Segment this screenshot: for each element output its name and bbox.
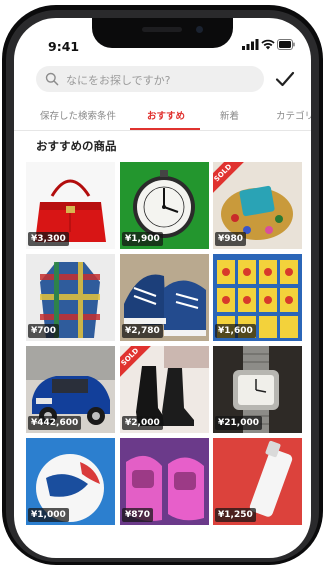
tab-new[interactable]: 新着 — [220, 108, 239, 122]
product-price: ¥1,900 — [122, 232, 163, 246]
product-tile[interactable]: ¥1,250 — [213, 438, 302, 525]
product-price: ¥1,000 — [28, 508, 69, 522]
product-tile[interactable]: ¥1,900 — [120, 162, 209, 249]
battery-icon — [277, 39, 295, 50]
product-tile[interactable]: ¥700 — [26, 254, 115, 341]
tab-saved-searches[interactable]: 保存した検索条件 — [40, 108, 116, 122]
product-price: ¥21,000 — [215, 416, 262, 430]
product-tile[interactable]: ¥442,600 — [26, 346, 115, 433]
product-tile[interactable]: ¥1,000 — [26, 438, 115, 525]
front-camera — [196, 26, 203, 33]
product-price: ¥2,000 — [122, 416, 163, 430]
tab-category[interactable]: カテゴリ — [276, 108, 311, 122]
product-tile[interactable]: ¥2,780 — [120, 254, 209, 341]
tabs-divider — [14, 130, 311, 131]
search-bar[interactable]: なにをお探しですか? — [36, 66, 264, 92]
product-price: ¥2,780 — [122, 324, 163, 338]
product-price: ¥700 — [28, 324, 60, 338]
product-tile[interactable]: SOLD ¥2,000 — [120, 346, 209, 433]
signal-icon — [242, 39, 259, 50]
product-tile[interactable]: ¥870 — [120, 438, 209, 525]
product-price: ¥1,250 — [215, 508, 256, 522]
product-tile[interactable]: ¥21,000 — [213, 346, 302, 433]
checkmark-icon[interactable] — [275, 70, 295, 88]
product-tile[interactable]: ¥1,600 — [213, 254, 302, 341]
tab-recommended[interactable]: おすすめ — [147, 108, 185, 122]
search-icon — [45, 72, 59, 86]
system-icons — [242, 39, 295, 51]
product-price: ¥1,600 — [215, 324, 256, 338]
section-title: おすすめの商品 — [36, 139, 117, 153]
phone-screen: 9:41 なにをお探しですか? 保存した検索条件 おすすめ 新着 カテゴリ おす… — [14, 18, 311, 558]
wifi-icon — [261, 39, 275, 50]
tab-bar: 保存した検索条件 おすすめ 新着 カテゴリ — [14, 102, 311, 130]
product-price: ¥3,300 — [28, 232, 69, 246]
device-notch — [92, 18, 233, 48]
product-price: ¥980 — [215, 232, 247, 246]
speaker-grille — [142, 27, 182, 32]
product-tile[interactable]: SOLD ¥980 — [213, 162, 302, 249]
search-input[interactable]: なにをお探しですか? — [66, 72, 171, 88]
product-price: ¥870 — [122, 508, 154, 522]
status-time: 9:41 — [48, 39, 80, 54]
product-price: ¥442,600 — [28, 416, 82, 430]
product-tile[interactable]: ¥3,300 — [26, 162, 115, 249]
